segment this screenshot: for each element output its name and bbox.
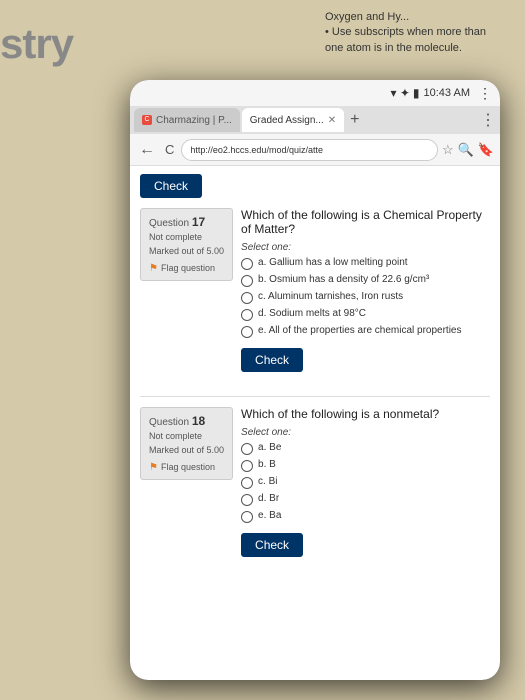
url-text: http://eo2.hccs.edu/mod/quiz/atte — [190, 145, 323, 155]
question-18-meta: Question 18 Not complete Marked out of 5… — [140, 407, 233, 480]
flag-question-18[interactable]: ⚑ Flag question — [149, 460, 224, 475]
option-18-c[interactable]: c. Bi — [241, 476, 490, 489]
graded-assign-label: Graded Assign... — [250, 115, 324, 126]
status-icons: ▾ ✦ ▮ — [390, 86, 419, 100]
browser-tabs: C Charmazing | P... Graded Assign... ✕ +… — [130, 106, 500, 134]
radio-18-e[interactable] — [241, 511, 253, 523]
question-17-header: Question 17 Not complete Marked out of 5… — [140, 208, 490, 382]
question-17-status: Not complete — [149, 231, 224, 245]
divider — [140, 396, 490, 397]
flag-icon-18: ⚑ — [149, 460, 158, 475]
question-18-content: Which of the following is a nonmetal? Se… — [241, 407, 490, 567]
question-17-text: Which of the following is a Chemical Pro… — [241, 208, 490, 236]
question-17-meta: Question 17 Not complete Marked out of 5… — [140, 208, 233, 281]
url-box[interactable]: http://eo2.hccs.edu/mod/quiz/atte — [181, 139, 438, 161]
tab-charmazing[interactable]: C Charmazing | P... — [134, 108, 240, 132]
star-icon[interactable]: ☆ — [442, 142, 454, 158]
page-content: Check Question 17 Not complete Marked ou… — [130, 166, 500, 680]
battery-icon: ▮ — [413, 86, 420, 100]
tab-charmazing-label: Charmazing | P... — [156, 115, 232, 126]
question-18-status: Not complete — [149, 430, 224, 444]
time-display: 10:43 AM — [424, 87, 470, 99]
tab-menu-icon[interactable]: ⋮ — [480, 110, 496, 130]
question-17-marks: Marked out of 5.00 — [149, 245, 224, 259]
option-18-d[interactable]: d. Br — [241, 493, 490, 506]
address-bar: ← C http://eo2.hccs.edu/mod/quiz/atte ☆ … — [130, 134, 500, 166]
radio-18-d[interactable] — [241, 494, 253, 506]
option-17-d[interactable]: d. Sodium melts at 98°C — [241, 308, 490, 321]
radio-18-a[interactable] — [241, 443, 253, 455]
bookmark-icon[interactable]: 🔖 — [478, 142, 494, 158]
bg-text: Oxygen and Hy... • Use subscripts when m… — [325, 10, 505, 56]
menu-dots[interactable]: ⋮ — [478, 85, 492, 102]
option-17-b[interactable]: b. Osmium has a density of 22.6 g/cm³ — [241, 274, 490, 287]
option-17-c[interactable]: c. Aluminum tarnishes, Iron rusts — [241, 291, 490, 304]
new-tab-button[interactable]: + — [346, 111, 363, 129]
option-18-e[interactable]: e. Ba — [241, 510, 490, 523]
flag-icon: ⚑ — [149, 261, 158, 276]
check-button-18[interactable]: Check — [241, 533, 303, 557]
back-button[interactable]: ← — [136, 141, 158, 159]
select-one-18: Select one: — [241, 427, 490, 438]
option-18-a[interactable]: a. Be — [241, 442, 490, 455]
option-17-a[interactable]: a. Gallium has a low melting point — [241, 257, 490, 270]
radio-17-d[interactable] — [241, 309, 253, 321]
question-17-content: Which of the following is a Chemical Pro… — [241, 208, 490, 382]
search-icon[interactable]: 🔍 — [458, 142, 474, 158]
radio-18-c[interactable] — [241, 477, 253, 489]
tab-graded-assign[interactable]: Graded Assign... ✕ — [242, 108, 344, 132]
question-18-text: Which of the following is a nonmetal? — [241, 407, 490, 421]
status-bar: ▾ ✦ ▮ 10:43 AM ⋮ — [130, 80, 500, 106]
tablet-device: ▾ ✦ ▮ 10:43 AM ⋮ C Charmazing | P... Gra… — [130, 80, 500, 680]
question-18-block: Question 18 Not complete Marked out of 5… — [140, 407, 490, 567]
refresh-button[interactable]: C — [162, 142, 177, 157]
wifi-icon: ▾ ✦ — [390, 86, 409, 100]
option-18-b[interactable]: b. B — [241, 459, 490, 472]
charmazing-favicon: C — [142, 115, 152, 125]
radio-17-a[interactable] — [241, 258, 253, 270]
radio-18-b[interactable] — [241, 460, 253, 472]
select-one-17: Select one: — [241, 242, 490, 253]
top-check-button[interactable]: Check — [140, 174, 202, 198]
radio-17-b[interactable] — [241, 275, 253, 287]
question-17-number: Question 17 — [149, 213, 224, 231]
tab-close-icon[interactable]: ✕ — [328, 115, 336, 126]
radio-17-c[interactable] — [241, 292, 253, 304]
question-17-block: Question 17 Not complete Marked out of 5… — [140, 208, 490, 382]
option-17-e[interactable]: e. All of the properties are chemical pr… — [241, 325, 490, 338]
radio-17-e[interactable] — [241, 326, 253, 338]
question-18-number: Question 18 — [149, 412, 224, 430]
question-18-marks: Marked out of 5.00 — [149, 444, 224, 458]
bg-word: stry — [0, 20, 73, 68]
question-18-header: Question 18 Not complete Marked out of 5… — [140, 407, 490, 567]
check-button-17[interactable]: Check — [241, 348, 303, 372]
flag-question-17[interactable]: ⚑ Flag question — [149, 261, 224, 276]
